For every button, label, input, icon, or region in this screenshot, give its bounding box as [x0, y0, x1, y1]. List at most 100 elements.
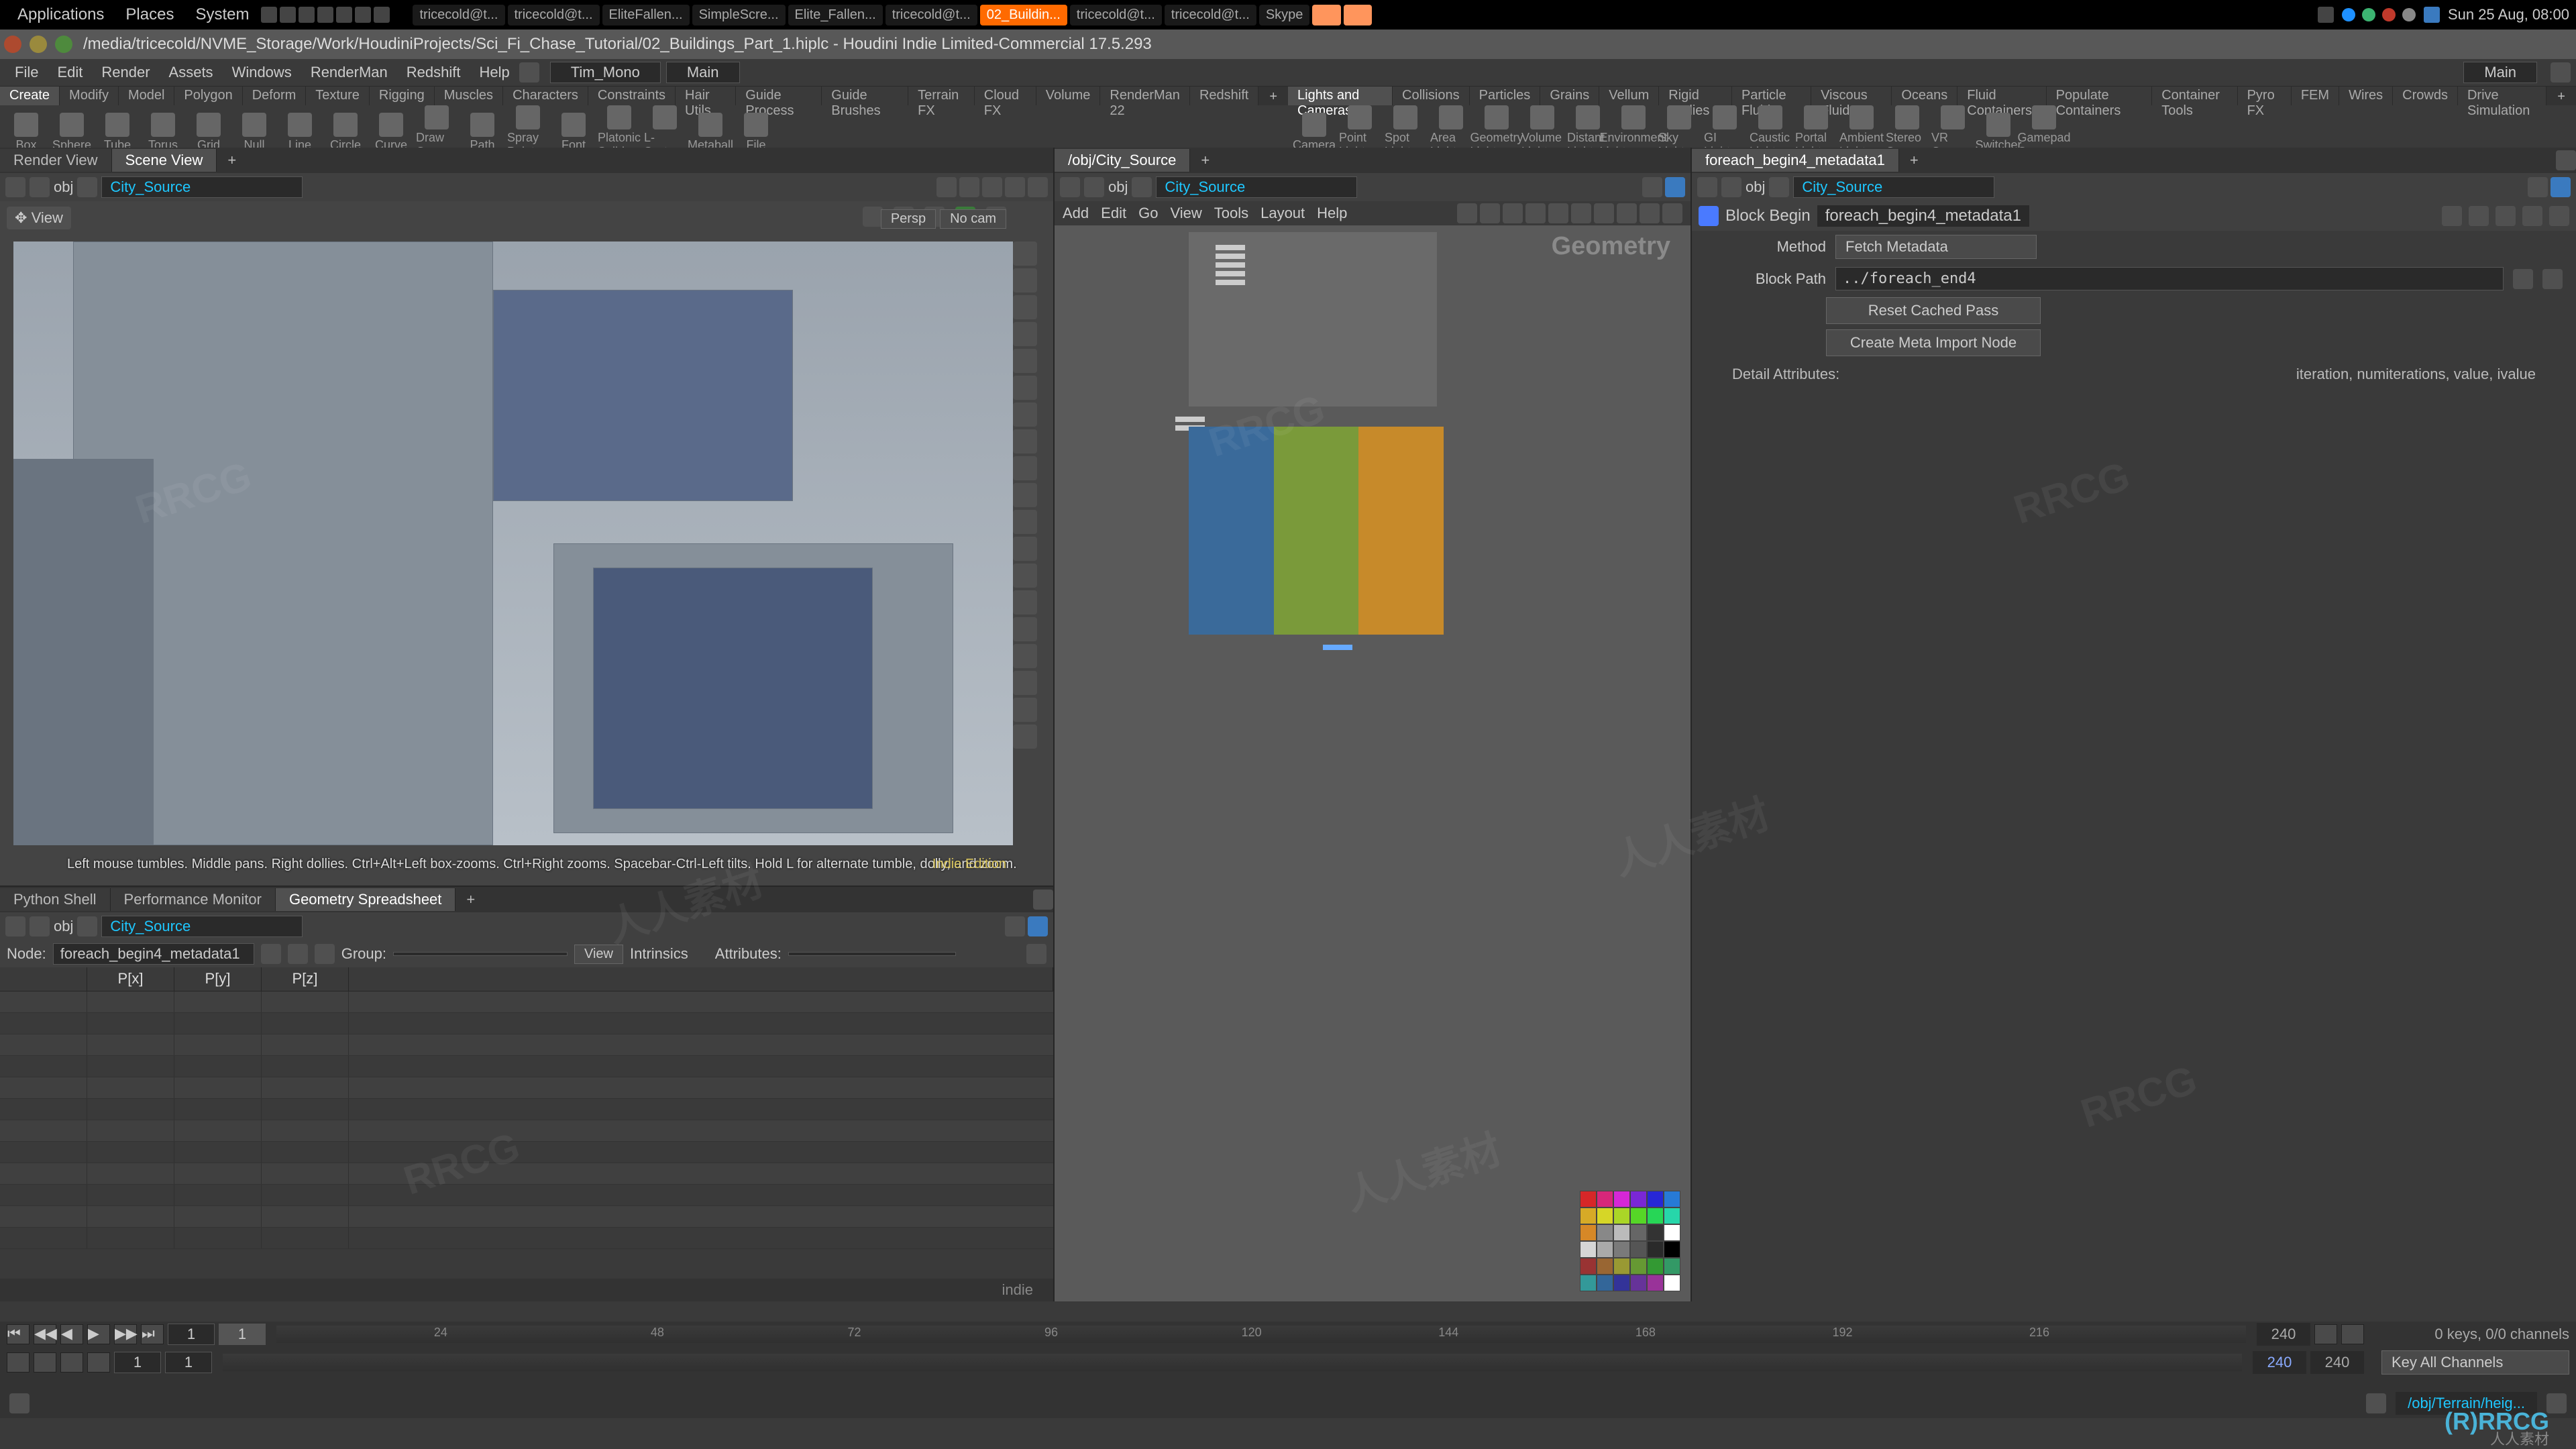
- create-meta-import-button[interactable]: Create Meta Import Node: [1826, 329, 2041, 356]
- param-tab[interactable]: foreach_begin4_metadata1: [1692, 149, 1899, 172]
- network-box-group[interactable]: [1189, 427, 1444, 635]
- pin-icon[interactable]: [936, 177, 957, 197]
- param-method-dropdown[interactable]: Fetch Metadata: [1835, 235, 2037, 259]
- workspace-icon[interactable]: [2424, 7, 2440, 23]
- task-item[interactable]: Skype: [1259, 5, 1310, 25]
- intrinsics-label[interactable]: Intrinsics: [630, 945, 688, 963]
- path-icon[interactable]: [1132, 177, 1152, 197]
- view-mode-icon[interactable]: [959, 177, 979, 197]
- status-mem-icon[interactable]: [2366, 1393, 2386, 1413]
- tray-dot-icon[interactable]: [2362, 8, 2375, 21]
- task-item[interactable]: tricecold@t...: [413, 5, 504, 25]
- shelf-tab[interactable]: Grains: [1540, 87, 1599, 105]
- net-tool-icon[interactable]: [1457, 203, 1477, 223]
- start-frame-input[interactable]: 1: [168, 1324, 215, 1345]
- shelf-item[interactable]: Sphere: [51, 113, 93, 152]
- scope-icon[interactable]: [87, 1352, 110, 1373]
- shelf-item[interactable]: Curve: [370, 113, 412, 152]
- view-dropdown[interactable]: View: [574, 945, 623, 964]
- shelf-tab[interactable]: Populate Containers: [2047, 87, 2153, 105]
- palette-swatch[interactable]: [1664, 1275, 1680, 1291]
- table-row[interactable]: [0, 1056, 1053, 1077]
- palette-swatch[interactable]: [1580, 1191, 1597, 1208]
- shelf-item[interactable]: Box: [5, 113, 47, 152]
- sys-menu-places[interactable]: Places: [115, 5, 184, 24]
- window-titlebar[interactable]: /media/tricecold/NVME_Storage/Work/Houdi…: [0, 30, 2576, 59]
- help-icon[interactable]: [2551, 62, 2571, 83]
- display-option-icon[interactable]: [1013, 295, 1037, 319]
- path-field[interactable]: City_Source: [1793, 176, 1994, 198]
- autokey-icon[interactable]: [7, 1352, 30, 1373]
- col-header[interactable]: [0, 967, 87, 991]
- task-item[interactable]: Elite_Fallen...: [788, 5, 883, 25]
- tray-icon[interactable]: [374, 7, 390, 23]
- range-slider[interactable]: [223, 1354, 2242, 1371]
- shelf-tab[interactable]: FEM: [2292, 87, 2339, 105]
- gear-icon[interactable]: [2442, 206, 2462, 226]
- display-option-icon[interactable]: [1013, 268, 1037, 292]
- display-option-icon[interactable]: [1013, 241, 1037, 266]
- jump-icon[interactable]: [2542, 269, 2563, 289]
- palette-swatch[interactable]: [1580, 1258, 1597, 1275]
- forward-icon[interactable]: [30, 177, 50, 197]
- palette-swatch[interactable]: [1664, 1224, 1680, 1241]
- table-row[interactable]: [0, 1142, 1053, 1163]
- maximize-pane-icon[interactable]: [1033, 890, 1053, 910]
- palette-swatch[interactable]: [1580, 1208, 1597, 1224]
- add-tab-icon[interactable]: +: [217, 149, 247, 172]
- network-subbox[interactable]: [1189, 427, 1274, 635]
- palette-swatch[interactable]: [1630, 1191, 1647, 1208]
- menu-render[interactable]: Render: [92, 64, 159, 81]
- net-tool-icon[interactable]: [1594, 203, 1614, 223]
- node[interactable]: [1216, 280, 1245, 285]
- next-key-icon[interactable]: ▶▶: [114, 1324, 137, 1344]
- task-item[interactable]: tricecold@t...: [508, 5, 600, 25]
- display-option-icon[interactable]: [1013, 376, 1037, 400]
- net-tool-icon[interactable]: [1662, 203, 1682, 223]
- shelf-item[interactable]: Line: [279, 113, 321, 152]
- net-tool-icon[interactable]: [1503, 203, 1523, 223]
- desk-selector[interactable]: Tim_Mono: [550, 62, 661, 83]
- menu-assets[interactable]: Assets: [160, 64, 223, 81]
- palette-swatch[interactable]: [1647, 1208, 1664, 1224]
- display-option-icon[interactable]: [1013, 724, 1037, 749]
- last-frame-icon[interactable]: ⏭: [141, 1324, 164, 1344]
- display-option-icon[interactable]: [1013, 349, 1037, 373]
- pin-icon[interactable]: [2528, 177, 2548, 197]
- table-row[interactable]: [0, 1163, 1053, 1185]
- tray-icon[interactable]: [261, 7, 277, 23]
- display-option-icon[interactable]: [1013, 456, 1037, 480]
- reset-cached-pass-button[interactable]: Reset Cached Pass: [1826, 297, 2041, 324]
- viewport-camera-dropdown[interactable]: No cam: [940, 209, 1006, 229]
- shelf-tab[interactable]: Deform: [243, 87, 307, 105]
- menu-windows[interactable]: Windows: [223, 64, 301, 81]
- menu-renderman[interactable]: RenderMan: [301, 64, 397, 81]
- display-option-icon[interactable]: [1013, 644, 1037, 668]
- col-header[interactable]: P[z]: [262, 967, 349, 991]
- steam-icon[interactable]: [2318, 7, 2334, 23]
- view-mode-icon[interactable]: [982, 177, 1002, 197]
- shelf-tab[interactable]: Fluid Containers: [1957, 87, 2046, 105]
- shelf-tab[interactable]: Polygon: [174, 87, 242, 105]
- node[interactable]: [1216, 262, 1245, 268]
- display-option-icon[interactable]: [1013, 617, 1037, 641]
- view-mode-icon[interactable]: [1005, 177, 1025, 197]
- key-channels-dropdown[interactable]: Key All Channels: [2381, 1350, 2569, 1375]
- palette-swatch[interactable]: [1664, 1258, 1680, 1275]
- play-back-icon[interactable]: ◀: [60, 1324, 83, 1344]
- add-tab-icon[interactable]: +: [1190, 149, 1220, 172]
- node[interactable]: [1175, 417, 1205, 422]
- palette-swatch[interactable]: [1597, 1241, 1613, 1258]
- status-icon[interactable]: [9, 1393, 30, 1413]
- col-header[interactable]: P[x]: [87, 967, 174, 991]
- display-option-icon[interactable]: [1013, 483, 1037, 507]
- node[interactable]: [1216, 271, 1245, 276]
- add-tab-icon[interactable]: +: [455, 888, 486, 911]
- net-menu-view[interactable]: View: [1170, 205, 1201, 222]
- task-item[interactable]: tricecold@t...: [1165, 5, 1256, 25]
- help-icon[interactable]: [1026, 944, 1046, 964]
- palette-swatch[interactable]: [1597, 1258, 1613, 1275]
- menu-redshift[interactable]: Redshift: [397, 64, 470, 81]
- shelf-tab[interactable]: Characters: [503, 87, 588, 105]
- tray-icon[interactable]: [280, 7, 296, 23]
